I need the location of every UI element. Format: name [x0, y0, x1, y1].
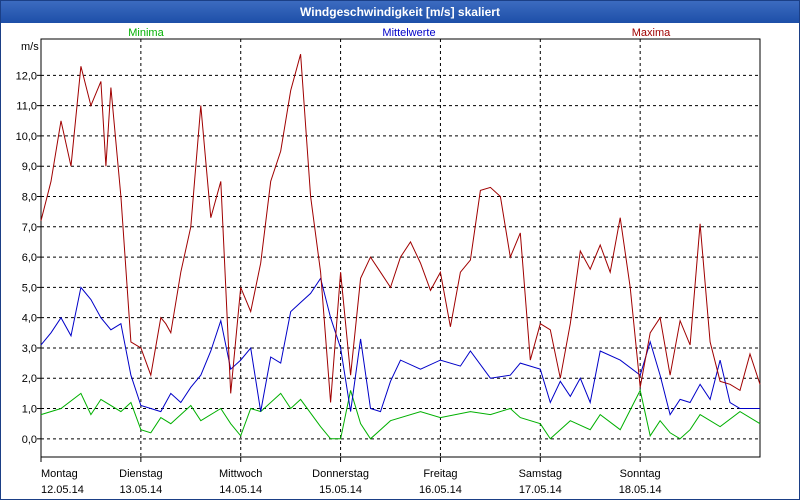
x-tick-date-label: 12.05.14 — [41, 484, 84, 496]
plot-area — [40, 38, 761, 458]
x-tick-date-label: 15.05.14 — [319, 484, 362, 496]
y-tick-label: 10,0 — [16, 131, 37, 143]
window-title: Windgeschwindigkeit [m/s] skaliert — [1, 1, 799, 23]
y-tick-label: 9,0 — [22, 161, 37, 173]
y-tick-label: 8,0 — [22, 192, 37, 204]
x-tick-date-label: 18.05.14 — [619, 484, 662, 496]
x-tick-day-label: Freitag — [423, 468, 457, 480]
y-tick-label: 12,0 — [16, 70, 37, 82]
legend: Minima Mittelwerte Maxima — [128, 27, 671, 39]
x-tick-day-label: Mittwoch — [219, 468, 262, 480]
legend-entry-mittelwerte: Mittelwerte — [382, 27, 435, 39]
x-tick-date-label: 13.05.14 — [119, 484, 162, 496]
y-axis-label: m/s — [21, 41, 39, 53]
x-tick-day-label: Dienstag — [119, 468, 162, 480]
y-tick-label: 4,0 — [22, 313, 37, 325]
x-tick-date-label: 14.05.14 — [219, 484, 262, 496]
y-tick-label: 2,0 — [22, 373, 37, 385]
x-tick-day-label: Sonntag — [620, 468, 661, 480]
x-tick-date-label: 16.05.14 — [419, 484, 462, 496]
chart-window: Windgeschwindigkeit [m/s] skaliert 0,0 1,… — [0, 0, 800, 500]
x-axis: Montag 12.05.14 Dienstag 13.05.14 Mittwoch 14… — [40, 457, 662, 496]
chart-area: 0,0 1,0 2,0 3,0 4,0 5,0 6,0 7,0 8,0 9,0 10,0 11,0 12… — [16, 27, 761, 496]
x-tick-day-label: Samstag — [519, 468, 562, 480]
x-tick-date-label: 17.05.14 — [519, 484, 562, 496]
y-tick-label: 7,0 — [22, 222, 37, 234]
y-axis: 0,0 1,0 2,0 3,0 4,0 5,0 6,0 7,0 8,0 9,0 10,0 11,0 12… — [16, 70, 41, 446]
legend-entry-minima: Minima — [128, 27, 164, 39]
y-tick-label: 6,0 — [22, 252, 37, 264]
x-tick-day-label: Donnerstag — [312, 468, 369, 480]
y-tick-label: 5,0 — [22, 282, 37, 294]
legend-entry-maxima: Maxima — [632, 27, 671, 39]
y-tick-label: 3,0 — [22, 343, 37, 355]
y-tick-label: 11,0 — [16, 101, 37, 113]
y-tick-label: 0,0 — [22, 434, 37, 446]
x-tick-day-label: Montag — [41, 468, 78, 480]
y-tick-label: 1,0 — [22, 404, 37, 416]
